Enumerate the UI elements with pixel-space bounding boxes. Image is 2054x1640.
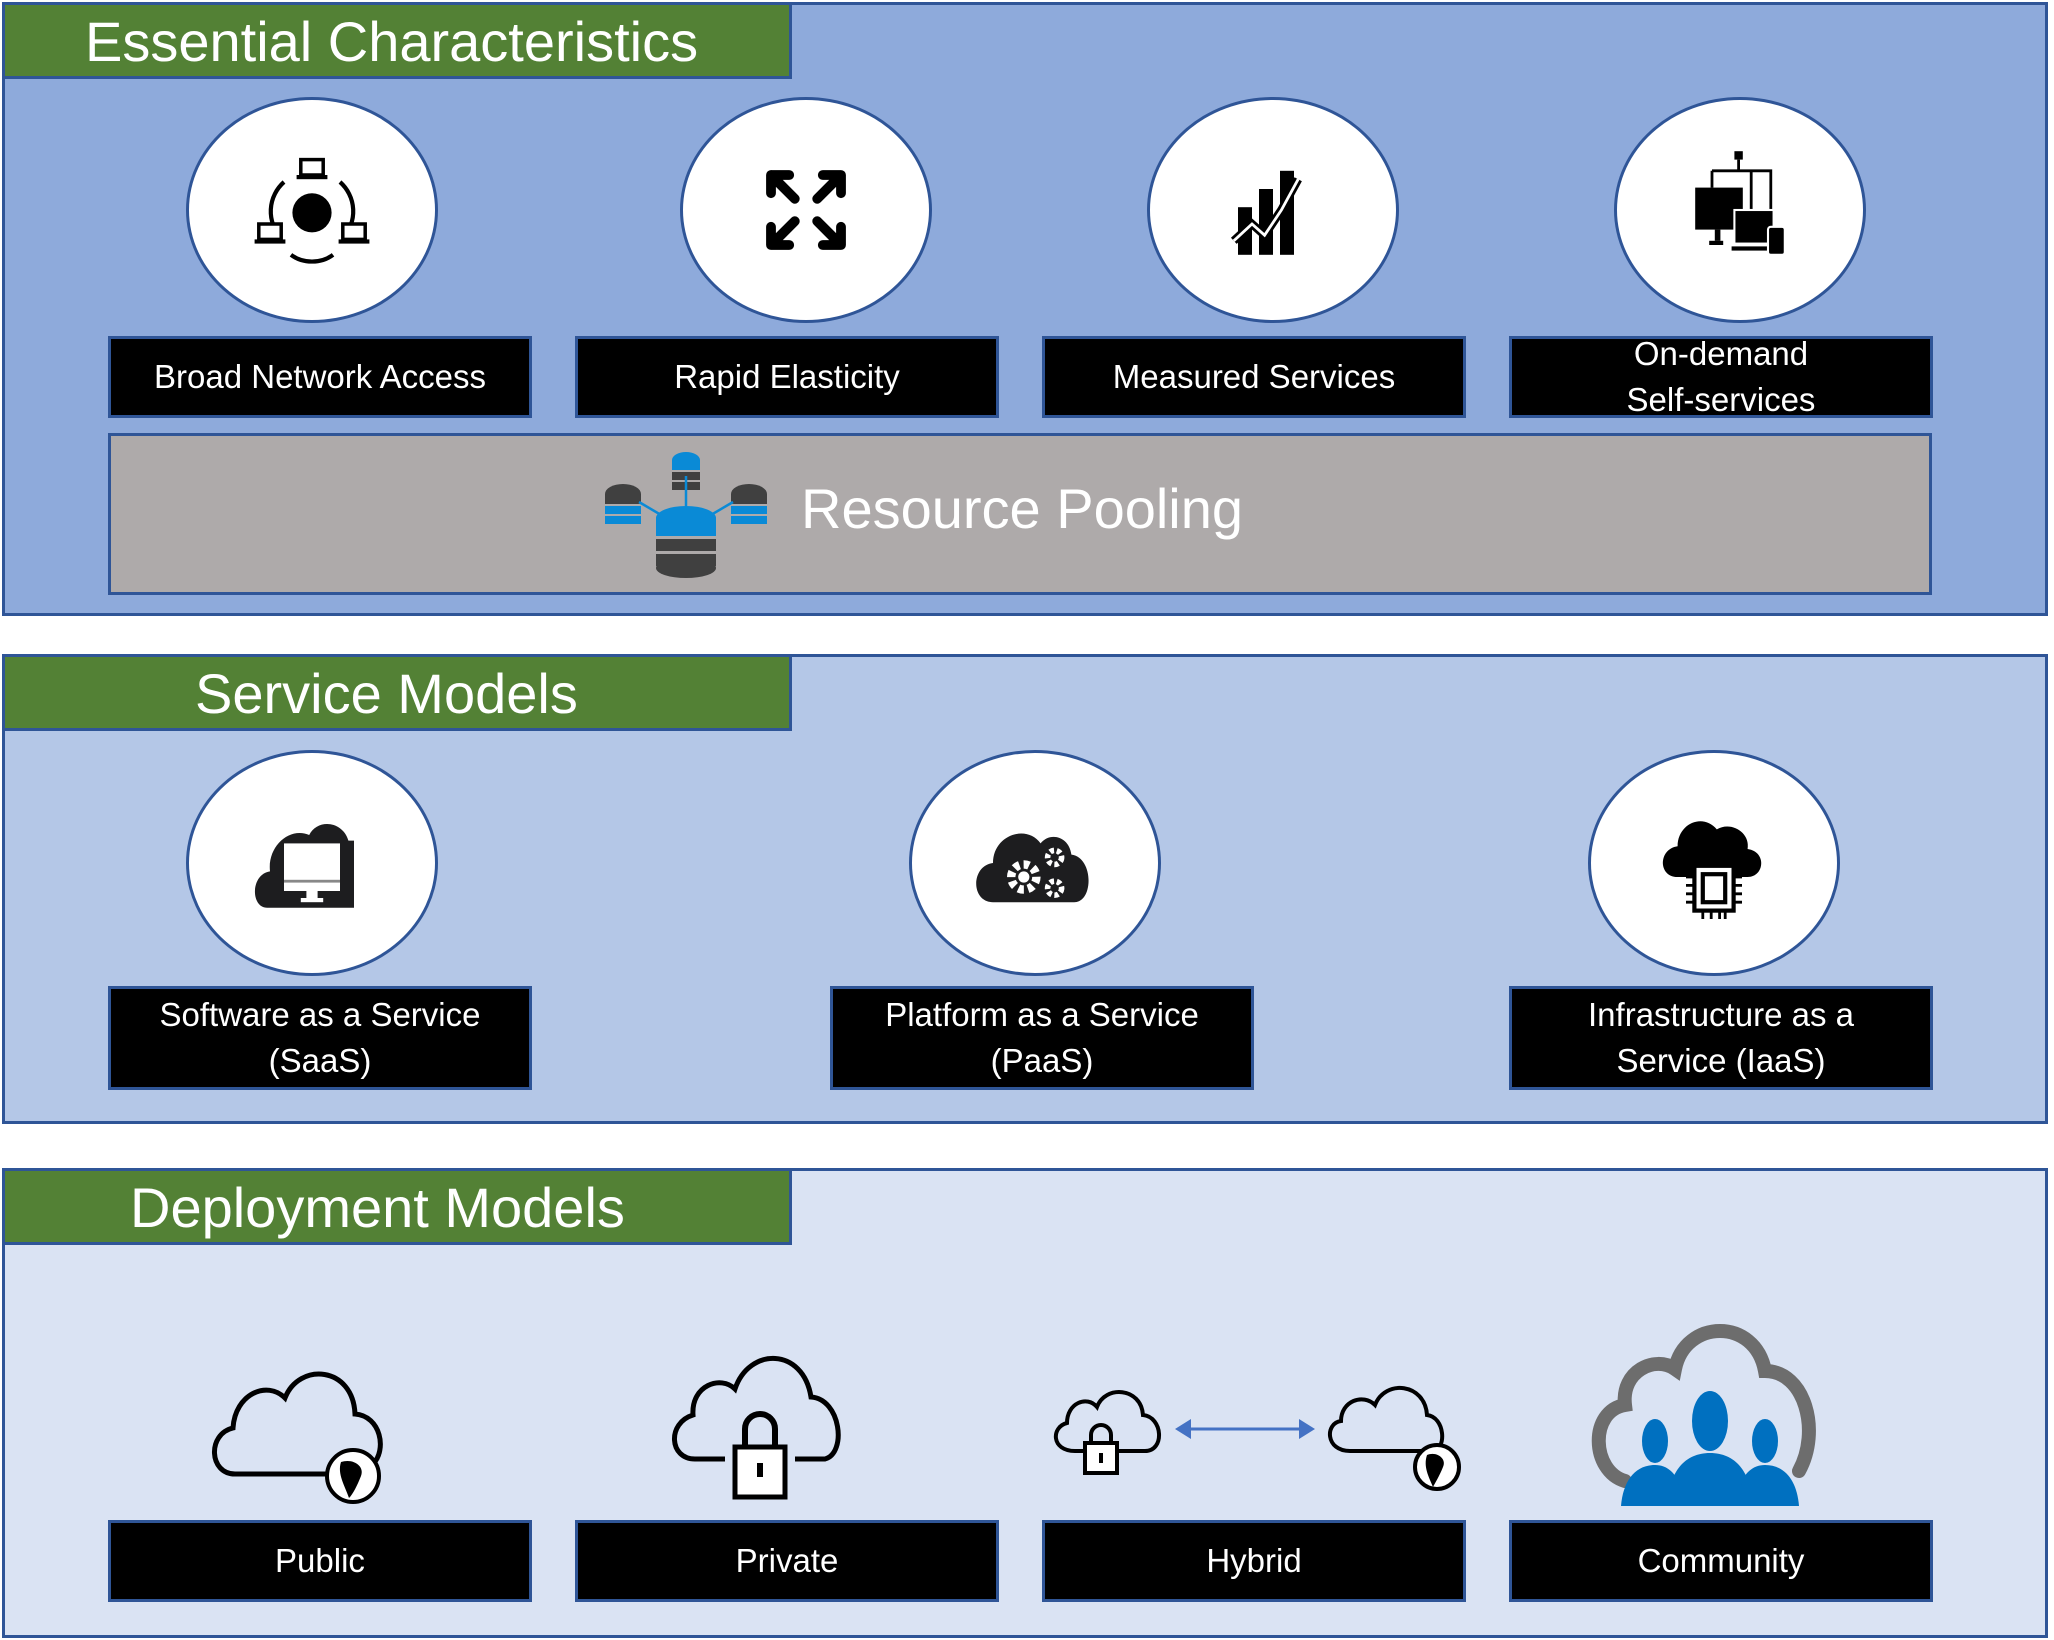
label-text: Broad Network Access bbox=[154, 358, 486, 395]
rapid-elasticity-icon-circle bbox=[680, 97, 932, 323]
label-text: Self-services bbox=[1626, 381, 1816, 418]
cloud-gears-icon bbox=[976, 833, 1089, 903]
label-text: Service (IaaS) bbox=[1616, 1042, 1826, 1079]
label-paas: Platform as a Service (PaaS) bbox=[830, 986, 1254, 1090]
label-text: Rapid Elasticity bbox=[674, 358, 900, 395]
label-rapid-elasticity: Rapid Elasticity bbox=[575, 336, 999, 418]
cloud-chip-icon bbox=[1662, 821, 1762, 919]
hybrid-clouds-icon bbox=[1053, 1385, 1461, 1491]
label-text: (PaaS) bbox=[990, 1042, 1094, 1079]
iaas-icon-circle bbox=[1588, 750, 1840, 976]
expand-arrows-icon bbox=[766, 170, 846, 250]
on-demand-self-services-icon-circle bbox=[1614, 97, 1866, 323]
cloud-monitor-icon bbox=[254, 823, 354, 908]
label-text: Infrastructure as a bbox=[1588, 996, 1854, 1033]
label-text: Platform as a Service bbox=[885, 996, 1199, 1033]
label-saas: Software as a Service (SaaS) bbox=[108, 986, 532, 1090]
label-text: (SaaS) bbox=[268, 1042, 372, 1079]
label-iaas: Infrastructure as a Service (IaaS) bbox=[1509, 986, 1933, 1090]
label-text: On-demand bbox=[1633, 335, 1809, 372]
label-text: Private bbox=[735, 1542, 839, 1579]
label-text: Community bbox=[1637, 1542, 1805, 1579]
label-community: Community bbox=[1509, 1520, 1933, 1602]
database-pool-icon bbox=[605, 452, 767, 578]
label-measured-services: Measured Services bbox=[1042, 336, 1466, 418]
bar-chart-trend-icon bbox=[1230, 170, 1302, 255]
label-hybrid: Hybrid bbox=[1042, 1520, 1466, 1602]
section-header: Service Models bbox=[5, 657, 792, 731]
cloud-globe-icon bbox=[212, 1371, 383, 1504]
broad-network-access-icon-circle bbox=[186, 97, 438, 323]
service-models-section: Service Models Software as a Service (Sa… bbox=[2, 654, 2048, 1124]
essential-characteristics-section: Essential Characteristics Broad Network … bbox=[2, 2, 2048, 616]
label-text: Software as a Service bbox=[159, 996, 481, 1033]
label-text: Measured Services bbox=[1112, 358, 1396, 395]
label-text: Hybrid bbox=[1206, 1542, 1302, 1579]
section-title: Service Models bbox=[195, 662, 578, 725]
label-private: Private bbox=[575, 1520, 999, 1602]
resource-pooling-label: Resource Pooling bbox=[801, 477, 1244, 540]
saas-icon-circle bbox=[186, 750, 438, 976]
section-title: Essential Characteristics bbox=[85, 10, 699, 73]
cloud-lock-icon bbox=[672, 1355, 841, 1500]
deployment-models-section: Deployment Models Public Private Hybrid … bbox=[2, 1168, 2048, 1638]
label-on-demand-self-services: On-demand Self-services bbox=[1509, 335, 1933, 418]
label-text: Public bbox=[275, 1542, 365, 1579]
label-broad-network-access: Broad Network Access bbox=[108, 336, 532, 418]
section-header: Deployment Models bbox=[5, 1171, 792, 1245]
measured-services-icon-circle bbox=[1147, 97, 1399, 323]
label-public: Public bbox=[108, 1520, 532, 1602]
network-globe-icon bbox=[254, 157, 370, 264]
multi-device-icon bbox=[1695, 151, 1786, 256]
resource-pooling-band: Resource Pooling bbox=[108, 433, 1932, 595]
section-header: Essential Characteristics bbox=[5, 5, 792, 79]
cloud-people-icon bbox=[1591, 1324, 1816, 1506]
paas-icon-circle bbox=[909, 750, 1161, 976]
section-title: Deployment Models bbox=[130, 1176, 625, 1239]
